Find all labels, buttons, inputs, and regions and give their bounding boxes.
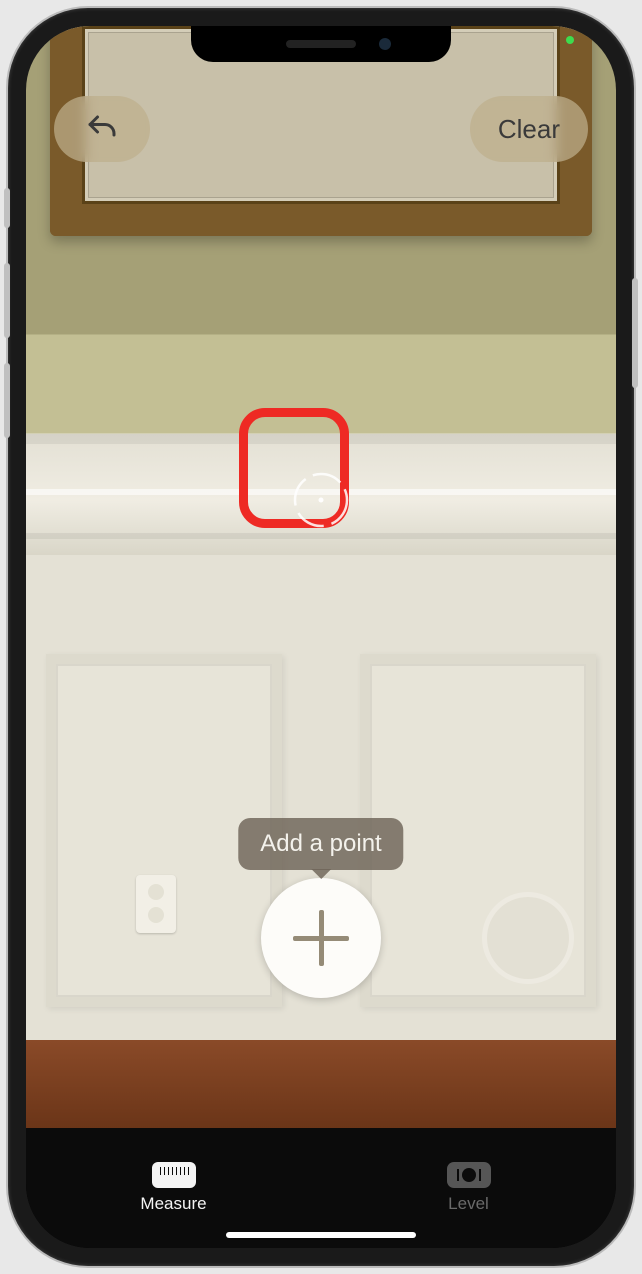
undo-icon bbox=[84, 111, 120, 147]
front-camera bbox=[379, 38, 391, 50]
speaker-grille bbox=[286, 40, 356, 48]
capture-button[interactable] bbox=[482, 892, 574, 984]
plus-icon bbox=[319, 910, 324, 966]
home-indicator[interactable] bbox=[226, 1232, 416, 1238]
tab-level[interactable]: Level bbox=[321, 1128, 616, 1248]
level-icon bbox=[447, 1162, 491, 1188]
reticle-center-dot bbox=[319, 497, 324, 502]
volume-down-button bbox=[4, 363, 10, 438]
measure-reticle bbox=[289, 468, 353, 532]
tooltip-text: Add a point bbox=[260, 830, 381, 857]
ruler-icon bbox=[152, 1162, 196, 1188]
tab-measure-label: Measure bbox=[140, 1194, 206, 1214]
add-point-button[interactable]: Add a point bbox=[261, 878, 381, 998]
camera-privacy-indicator bbox=[566, 36, 574, 44]
top-controls: Clear bbox=[54, 96, 588, 162]
tab-bar: Measure Level bbox=[26, 1128, 616, 1248]
add-point-tooltip: Add a point bbox=[238, 818, 403, 870]
camera-viewfinder[interactable]: Clear Add a point bbox=[26, 26, 616, 1128]
tab-measure[interactable]: Measure bbox=[26, 1128, 321, 1248]
notch bbox=[191, 26, 451, 62]
bottom-controls: Add a point bbox=[26, 878, 616, 998]
undo-button[interactable] bbox=[54, 96, 150, 162]
scene-molding bbox=[26, 533, 616, 539]
side-button bbox=[632, 278, 638, 388]
device-frame: Clear Add a point bbox=[8, 8, 634, 1266]
reticle-container bbox=[289, 468, 353, 532]
clear-button-label: Clear bbox=[498, 114, 560, 145]
scene-molding bbox=[26, 434, 616, 444]
volume-up-button bbox=[4, 263, 10, 338]
clear-button[interactable]: Clear bbox=[470, 96, 588, 162]
mute-switch bbox=[4, 188, 10, 228]
tab-level-label: Level bbox=[448, 1194, 489, 1214]
device-screen-bezel: Clear Add a point bbox=[26, 26, 616, 1248]
screen: Clear Add a point bbox=[26, 26, 616, 1248]
